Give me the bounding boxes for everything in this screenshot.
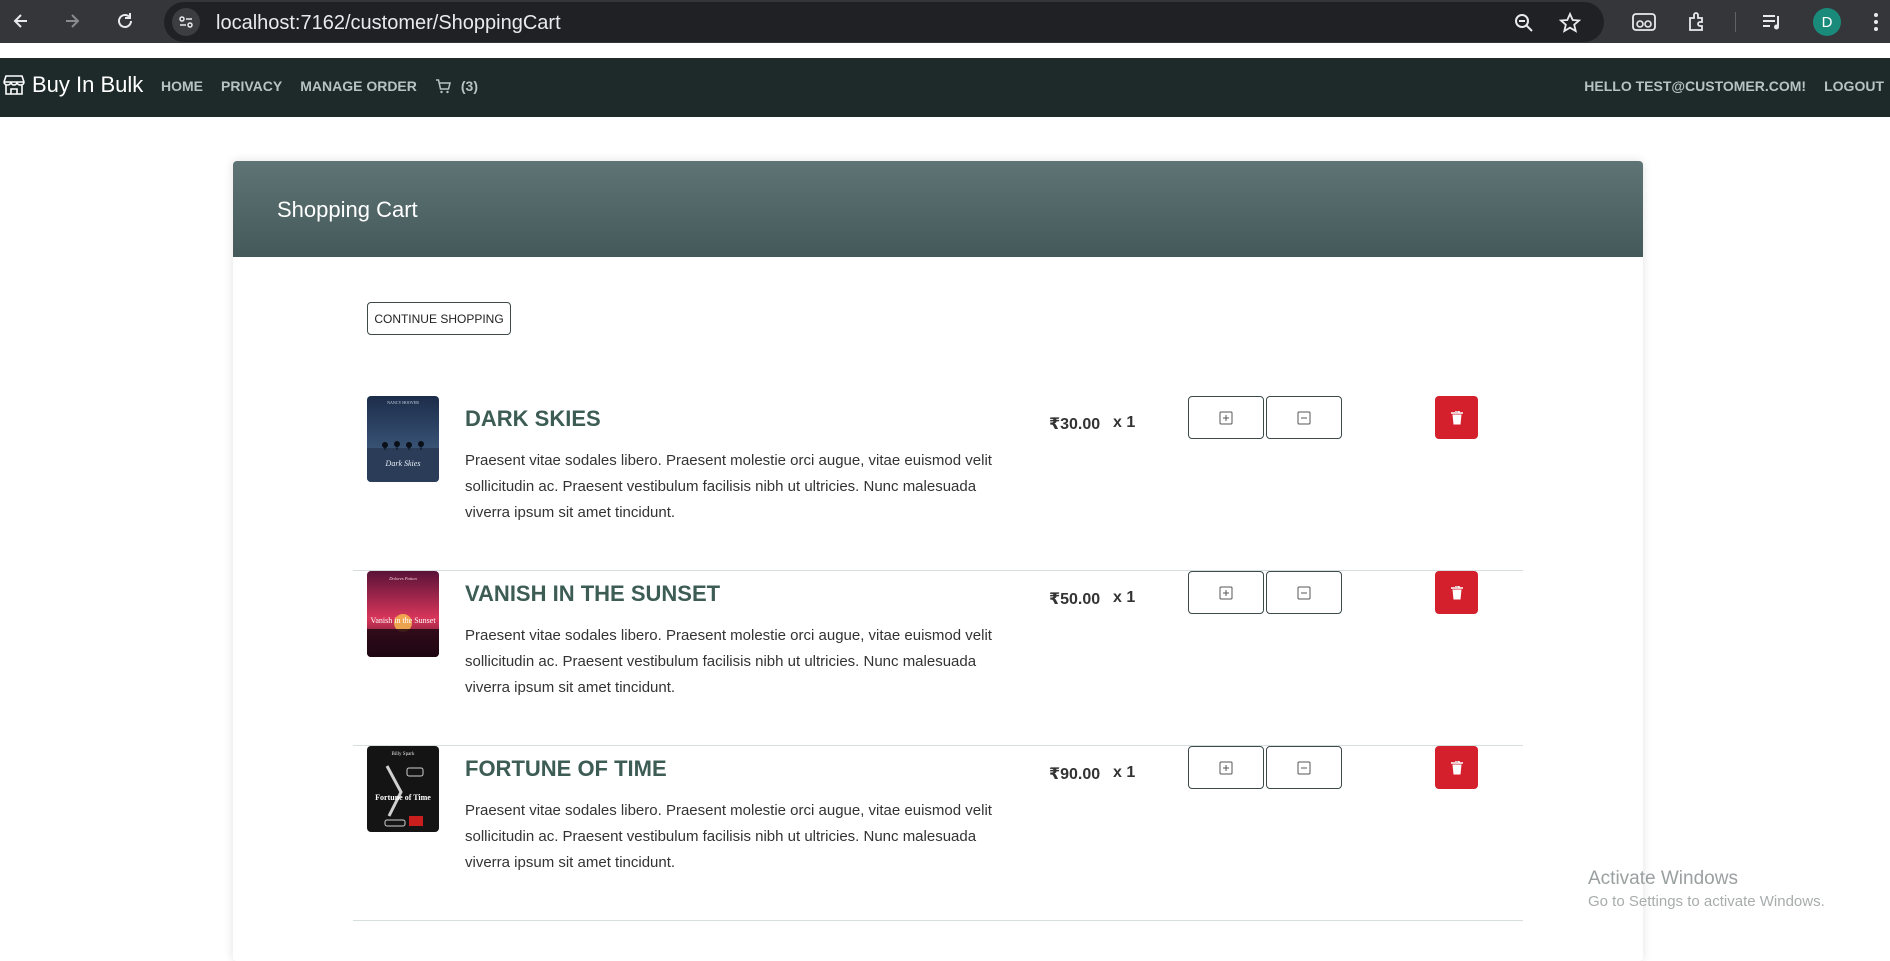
trash-icon	[1450, 410, 1463, 424]
plus-square-icon	[1219, 586, 1233, 599]
site-info-icon[interactable]	[172, 8, 200, 36]
item-price: ₹30.00	[1049, 416, 1101, 433]
decrease-quantity-button[interactable]	[1266, 746, 1342, 789]
plus-square-icon	[1219, 761, 1233, 774]
browser-toolbar: localhost:7162/customer/ShoppingCart D	[0, 0, 1890, 43]
svg-text:Dark Skies: Dark Skies	[385, 459, 421, 468]
delete-item-button[interactable]	[1435, 571, 1478, 614]
increase-quantity-button[interactable]	[1188, 746, 1264, 789]
item-description: Praesent vitae sodales libero. Praesent …	[465, 452, 992, 521]
svg-text:Billy Spark: Billy Spark	[392, 752, 415, 757]
item-title: FORTUNE OF TIME	[465, 756, 667, 781]
item-price: ₹50.00	[1049, 591, 1101, 608]
plus-square-icon	[1219, 411, 1233, 424]
back-icon[interactable]	[6, 6, 36, 36]
item-quantity: x 1	[1113, 764, 1136, 781]
trash-icon	[1450, 760, 1463, 774]
svg-text:Vanish in the Sunset: Vanish in the Sunset	[370, 616, 436, 625]
book-cover-image[interactable]: Billy Spark Fortune of Time	[367, 746, 439, 832]
bookmark-star-icon[interactable]	[1557, 10, 1583, 36]
nav-home-link[interactable]: HOME	[161, 78, 203, 94]
item-quantity: x 1	[1113, 414, 1136, 431]
reload-icon[interactable]	[110, 6, 140, 36]
media-playlist-icon[interactable]	[1758, 8, 1786, 36]
store-icon	[3, 75, 25, 95]
shopping-cart-card: Shopping Cart CONTINUE SHOPPING NANCY HO…	[233, 161, 1643, 961]
item-title: DARK SKIES	[465, 406, 601, 431]
delete-item-button[interactable]	[1435, 396, 1478, 439]
brand-link[interactable]: Buy In Bulk	[2, 72, 143, 98]
decrease-quantity-button[interactable]	[1266, 396, 1342, 439]
toolbar-divider	[1735, 12, 1736, 32]
minus-square-icon	[1297, 411, 1311, 424]
increase-quantity-button[interactable]	[1188, 396, 1264, 439]
logout-link[interactable]: LOGOUT	[1824, 78, 1884, 94]
nav-cart-link[interactable]: (3)	[435, 78, 478, 94]
activation-watermark-subtitle: Go to Settings to activate Windows.	[1588, 893, 1825, 910]
item-description: Praesent vitae sodales libero. Praesent …	[465, 627, 992, 696]
continue-shopping-button[interactable]: CONTINUE SHOPPING	[367, 302, 511, 335]
increase-quantity-button[interactable]	[1188, 571, 1264, 614]
nav-manage-order-link[interactable]: MANAGE ORDER	[300, 78, 417, 94]
book-cover-image[interactable]: Dolores Patton Vanish in the Sunset	[367, 571, 439, 657]
brand-name: Buy In Bulk	[32, 72, 144, 97]
address-bar[interactable]: localhost:7162/customer/ShoppingCart	[164, 2, 1604, 42]
decrease-quantity-button[interactable]	[1266, 571, 1342, 614]
svg-text:Dolores Patton: Dolores Patton	[388, 576, 417, 581]
book-cover-image[interactable]: NANCY HOOVER Dark Skies	[367, 396, 439, 482]
cart-item: NANCY HOOVER Dark Skies DARK SKIES Praes…	[353, 396, 1523, 571]
cart-count: (3)	[460, 78, 478, 94]
extensions-icon[interactable]	[1683, 8, 1711, 36]
svg-text:Fortune of Time: Fortune of Time	[375, 793, 431, 802]
profile-avatar[interactable]: D	[1813, 8, 1841, 36]
forward-icon[interactable]	[57, 6, 87, 36]
page-title: Shopping Cart	[277, 197, 418, 222]
app-navbar: Buy In Bulk HOME PRIVACY MANAGE ORDER (3…	[0, 58, 1890, 117]
delete-item-button[interactable]	[1435, 746, 1478, 789]
cart-icon	[435, 78, 451, 93]
item-price: ₹90.00	[1049, 766, 1101, 783]
cart-item: Dolores Patton Vanish in the Sunset VANI…	[353, 571, 1523, 746]
item-quantity: x 1	[1113, 589, 1136, 606]
minus-square-icon	[1297, 761, 1311, 774]
url-text[interactable]: localhost:7162/customer/ShoppingCart	[216, 12, 561, 35]
activation-watermark-title: Activate Windows	[1588, 868, 1738, 889]
zoom-icon[interactable]	[1511, 10, 1537, 36]
item-description: Praesent vitae sodales libero. Praesent …	[465, 802, 992, 871]
item-title: VANISH IN THE SUNSET	[465, 581, 721, 606]
cart-item: Billy Spark Fortune of Time FORTUNE OF T…	[353, 746, 1523, 921]
svg-text:NANCY HOOVER: NANCY HOOVER	[387, 400, 419, 405]
browser-menu-icon[interactable]	[1862, 8, 1890, 36]
minus-square-icon	[1297, 586, 1311, 599]
card-header: Shopping Cart	[233, 161, 1643, 257]
greeting-link[interactable]: HELLO TEST@CUSTOMER.COM!	[1584, 78, 1806, 94]
reading-mode-icon[interactable]	[1630, 8, 1658, 36]
nav-privacy-link[interactable]: PRIVACY	[221, 78, 282, 94]
trash-icon	[1450, 585, 1463, 599]
